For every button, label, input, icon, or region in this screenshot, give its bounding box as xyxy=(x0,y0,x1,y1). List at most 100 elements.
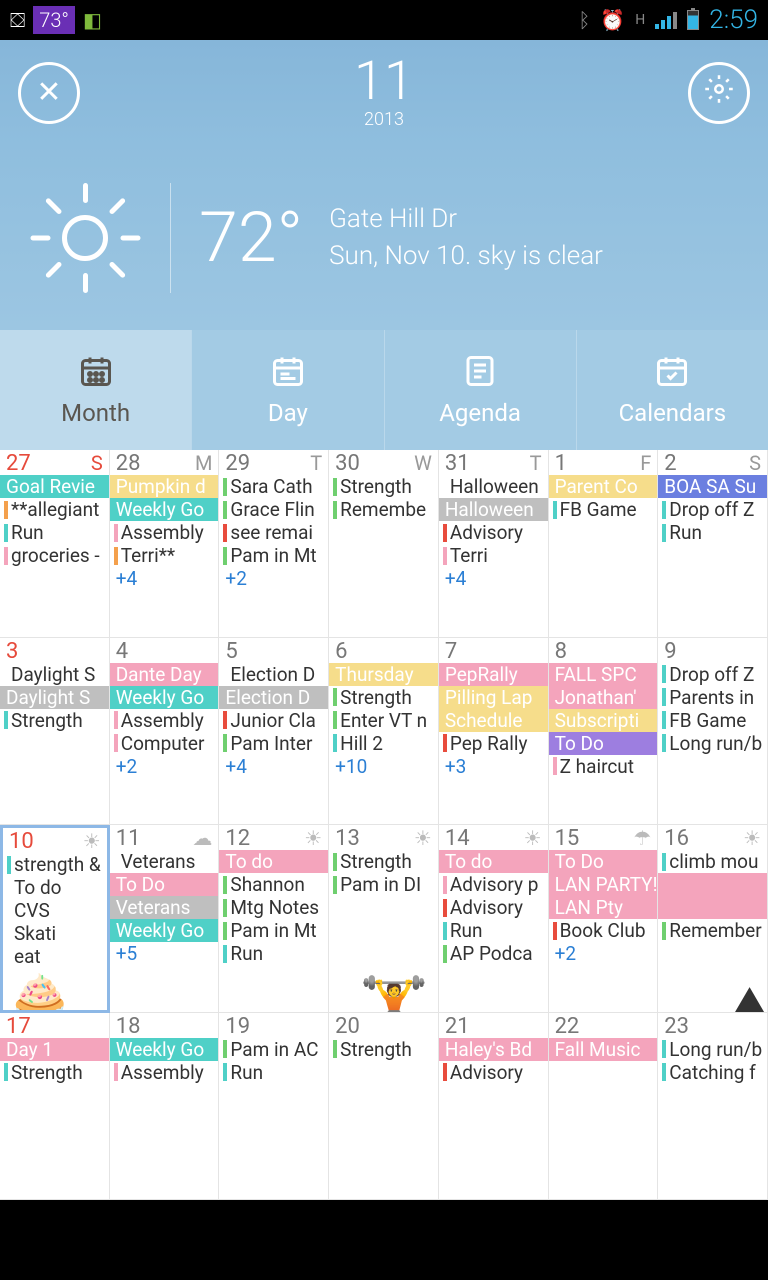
day-cell[interactable]: 28MPumpkin dWeekly GoAssemblyTerri**+4 xyxy=(110,450,220,638)
event[interactable]: Strength xyxy=(0,1061,109,1084)
event[interactable]: Run xyxy=(0,521,109,544)
event[interactable]: Assembly xyxy=(110,521,219,544)
event[interactable]: Assembly xyxy=(110,1061,219,1084)
event[interactable]: Assembly xyxy=(110,709,219,732)
day-cell[interactable]: 22Fall Music xyxy=(549,1013,659,1201)
event[interactable]: Daylight S xyxy=(0,686,109,709)
event[interactable]: Pep Rally xyxy=(439,732,548,755)
event[interactable]: Drop off Z xyxy=(658,663,767,686)
day-cell[interactable]: 15☂To DoLAN PARTY!LAN PtyBook Club+2 xyxy=(549,825,659,1013)
event[interactable]: BOA SA Su xyxy=(658,475,767,498)
event[interactable]: Day 1 xyxy=(0,1038,109,1061)
event[interactable]: LAN Pty xyxy=(549,896,658,919)
event[interactable]: Mtg Notes xyxy=(219,896,328,919)
day-cell[interactable]: 19Pam in ACRun xyxy=(219,1013,329,1201)
event[interactable]: LAN PARTY! xyxy=(549,873,658,896)
more-events[interactable]: +2 xyxy=(219,567,328,590)
more-events[interactable]: +3 xyxy=(439,755,548,778)
event[interactable]: Pam in DI xyxy=(329,873,438,896)
event[interactable]: Run xyxy=(439,919,548,942)
event[interactable]: Long run/b xyxy=(658,732,767,755)
day-cell[interactable]: 20Strength xyxy=(329,1013,439,1201)
event[interactable]: Strength xyxy=(329,1038,438,1061)
settings-button[interactable] xyxy=(688,62,750,124)
event[interactable]: Book Club xyxy=(549,919,658,942)
day-cell[interactable]: 14☀To doAdvisory pAdvisoryRunAP Podca xyxy=(439,825,549,1013)
event[interactable]: Veterans xyxy=(110,896,219,919)
event[interactable]: Long run/b xyxy=(658,1038,767,1061)
tab-day[interactable]: Day xyxy=(191,330,383,450)
event[interactable]: Election D xyxy=(219,686,328,709)
more-events[interactable]: +4 xyxy=(110,567,219,590)
event[interactable]: Election D xyxy=(219,663,328,686)
event[interactable]: Hill 2 xyxy=(329,732,438,755)
tab-agenda[interactable]: Agenda xyxy=(384,330,576,450)
day-cell[interactable]: 17Day 1Strength xyxy=(0,1013,110,1201)
day-cell[interactable]: 3Daylight SDaylight SStrength xyxy=(0,638,110,826)
more-events[interactable]: +5 xyxy=(110,942,219,965)
event[interactable]: strength & xyxy=(3,853,107,876)
event[interactable]: Fall Music xyxy=(549,1038,658,1061)
event[interactable]: Z haircut xyxy=(549,755,658,778)
event[interactable]: To Do xyxy=(549,732,658,755)
event[interactable]: AP Podca xyxy=(439,942,548,965)
event[interactable]: Drop off Z xyxy=(658,498,767,521)
day-cell[interactable]: 12☀To doShannonMtg NotesPam in MtRun xyxy=(219,825,329,1013)
event[interactable]: climb mou xyxy=(658,850,767,873)
day-cell[interactable]: 7PepRallyPilling LapSchedulePep Rally+3 xyxy=(439,638,549,826)
event[interactable]: Pumpkin d xyxy=(110,475,219,498)
more-events[interactable]: +10 xyxy=(329,755,438,778)
more-events[interactable]: +4 xyxy=(219,755,328,778)
event[interactable]: To do xyxy=(219,850,328,873)
event[interactable]: Daylight S xyxy=(0,663,109,686)
day-cell[interactable]: 2SBOA SA SuDrop off ZRun xyxy=(658,450,768,638)
event[interactable]: Jonathan' xyxy=(549,686,658,709)
event[interactable]: Advisory p xyxy=(439,873,548,896)
event[interactable]: Strength xyxy=(329,475,438,498)
close-button[interactable]: ✕ xyxy=(18,62,80,124)
event[interactable]: Catching f xyxy=(658,1061,767,1084)
more-events[interactable]: +2 xyxy=(110,755,219,778)
event[interactable]: Grace Flin xyxy=(219,498,328,521)
event[interactable]: Pilling Lap xyxy=(439,686,548,709)
event[interactable]: Run xyxy=(219,1061,328,1084)
event[interactable]: Skati xyxy=(3,922,107,945)
event[interactable]: FB Game xyxy=(658,709,767,732)
event[interactable]: Shannon xyxy=(219,873,328,896)
event[interactable]: Strength xyxy=(329,686,438,709)
event[interactable]: groceries - xyxy=(0,544,109,567)
event[interactable]: Weekly Go xyxy=(110,686,219,709)
day-cell[interactable]: 29TSara CathGrace Flinsee remaiPam in Mt… xyxy=(219,450,329,638)
day-cell[interactable]: 23Long run/bCatching f xyxy=(658,1013,768,1201)
event[interactable]: Weekly Go xyxy=(110,498,219,521)
weather-panel[interactable]: 72° Gate Hill Dr Sun, Nov 10. sky is cle… xyxy=(0,145,768,330)
calendar-grid[interactable]: 27SGoal Revie**allegiantRungroceries -28… xyxy=(0,450,768,1200)
event[interactable]: Remember xyxy=(658,919,767,942)
event[interactable]: CVS xyxy=(3,899,107,922)
event[interactable]: Subscripti xyxy=(549,709,658,732)
event[interactable]: Remembe xyxy=(329,498,438,521)
day-cell[interactable]: 31THalloweenHalloweenAdvisoryTerri+4 xyxy=(439,450,549,638)
event[interactable]: Advisory xyxy=(439,1061,548,1084)
event[interactable]: Haley's Bd xyxy=(439,1038,548,1061)
more-events[interactable]: +2 xyxy=(549,942,658,965)
day-cell[interactable]: 5Election DElection DJunior ClaPam Inter… xyxy=(219,638,329,826)
event[interactable]: Advisory xyxy=(439,521,548,544)
day-cell[interactable]: 16☀climb mouRemember⛰ xyxy=(658,825,768,1013)
day-cell[interactable]: 21Haley's BdAdvisory xyxy=(439,1013,549,1201)
event[interactable]: FB Game xyxy=(549,498,658,521)
day-cell[interactable]: 11☁VeteransTo DoVeteransWeekly Go+5 xyxy=(110,825,220,1013)
event[interactable]: Strength xyxy=(0,709,109,732)
day-cell[interactable]: 6ThursdayStrengthEnter VT nHill 2+10 xyxy=(329,638,439,826)
event[interactable]: **allegiant xyxy=(0,498,109,521)
event[interactable] xyxy=(658,873,767,896)
day-cell[interactable]: 30WStrengthRemembe xyxy=(329,450,439,638)
more-events[interactable]: +4 xyxy=(439,567,548,590)
event[interactable]: Dante Day xyxy=(110,663,219,686)
event[interactable]: Schedule xyxy=(439,709,548,732)
event[interactable]: Terri xyxy=(439,544,548,567)
event[interactable]: To do xyxy=(3,876,107,899)
event[interactable]: Junior Cla xyxy=(219,709,328,732)
day-cell[interactable]: 13☀StrengthPam in DI🏋 xyxy=(329,825,439,1013)
event[interactable]: Computer xyxy=(110,732,219,755)
